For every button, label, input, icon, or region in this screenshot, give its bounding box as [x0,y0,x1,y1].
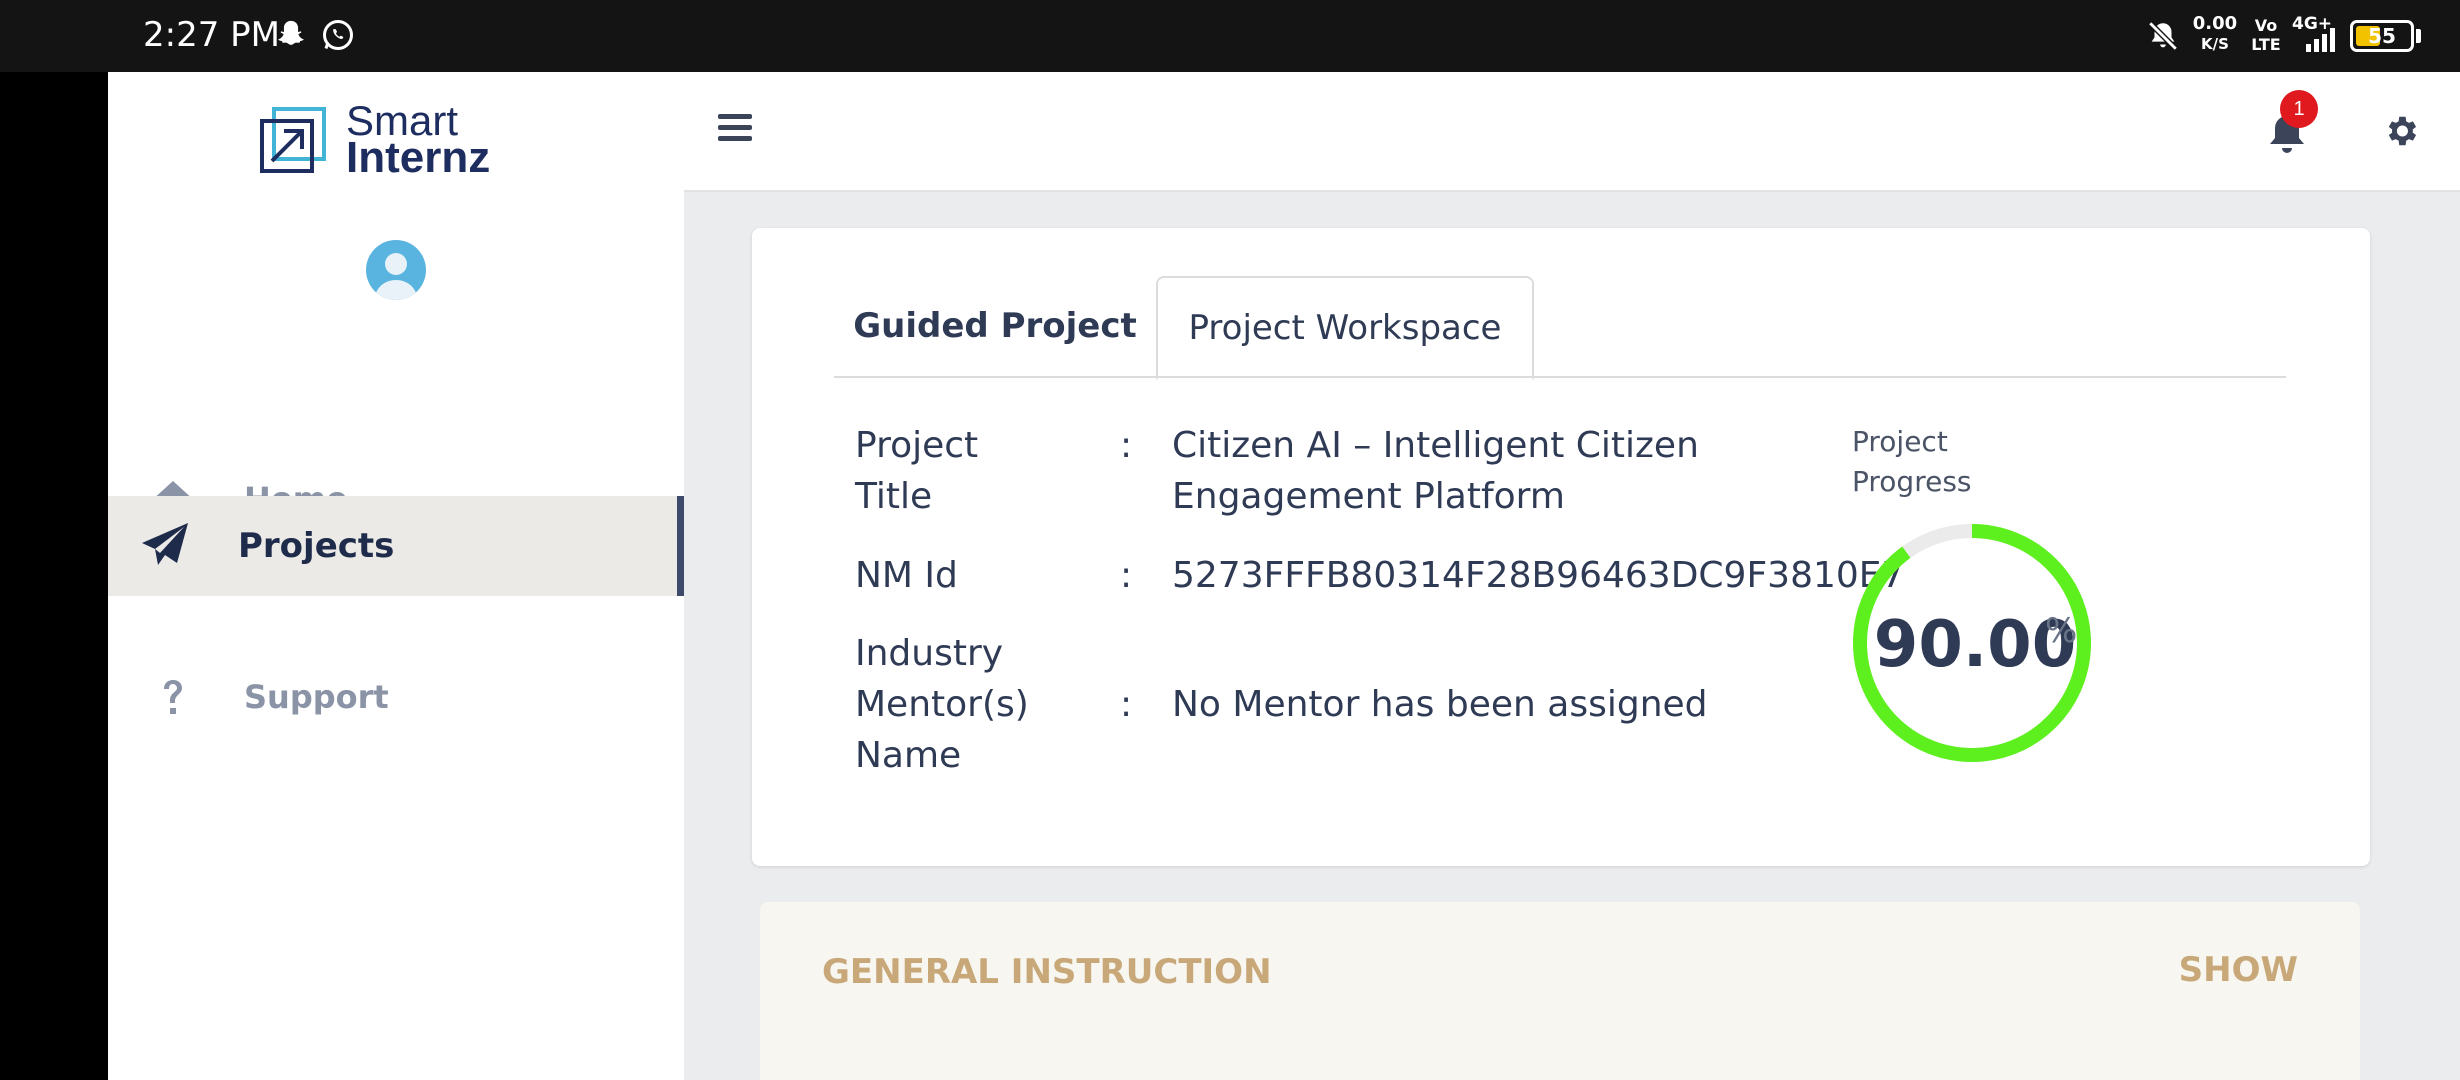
logo-mark-icon [260,107,326,173]
snapchat-icon [278,20,304,45]
volte-bottom: LTE [2251,35,2281,54]
progress-label: Project Progress [1852,425,1972,498]
gear-icon[interactable] [2382,112,2420,150]
separator: : [1120,555,1133,596]
battery-percent: 55 [2368,24,2396,48]
mentor-label: Industry Mentor(s) Name [855,633,1029,776]
avatar[interactable] [366,240,426,300]
show-button[interactable]: SHOW [2179,950,2298,990]
project-title-value: Citizen AI – Intelligent Citizen Engagem… [1172,425,1699,517]
volte-indicator: Vo LTE [2250,16,2282,54]
nm-id-label: NM Id [855,555,958,596]
whatsapp-icon [323,20,353,50]
left-edge [0,72,108,1080]
question-icon [164,680,182,714]
network-speed: 0.00 K/S [2192,14,2238,54]
bell-muted-icon [2148,21,2178,51]
sidebar-item-label: Support [244,678,389,716]
general-instruction-title: GENERAL INSTRUCTION [822,952,1272,992]
project-card: Guided Project Project Workspace Project… [752,228,2370,866]
progress-unit: % [2045,611,2078,651]
project-title-label: Project Title [855,425,979,517]
brand-logo[interactable]: Smart Internz [258,97,518,182]
tab-project-workspace[interactable]: Project Workspace [1156,276,1534,380]
battery-icon: 55 [2350,20,2414,52]
sidebar: Smart Internz Home Projects Support [108,72,684,1080]
separator: : [1120,684,1133,725]
user-icon [374,253,418,300]
sidebar-item-label: Projects [238,526,395,566]
general-instruction-panel: GENERAL INSTRUCTION SHOW [760,902,2360,1080]
status-bar: 2:27 PM 0.00 K/S Vo LTE 4G+ 55 [0,0,2460,72]
battery-cap [2416,29,2421,43]
tab-guided-project[interactable]: Guided Project [834,276,1156,378]
main-content: Guided Project Project Workspace Project… [684,192,2460,1080]
nm-id-value: 5273FFFB80314F28B96463DC9F3810E7 [1172,555,1905,596]
paper-plane-icon [142,523,188,565]
top-header: 1 [684,72,2460,192]
signal-icon [2306,28,2335,52]
separator: : [1120,425,1133,466]
status-time: 2:27 PM [143,15,280,55]
network-speed-unit: K/S [2201,35,2229,53]
menu-icon[interactable] [718,114,752,144]
brand-name-line2: Internz [346,133,491,182]
volte-top: Vo [2254,16,2278,35]
notification-badge: 1 [2280,90,2318,128]
sidebar-item-support[interactable]: Support [108,648,684,748]
sidebar-item-projects[interactable]: Projects [108,496,684,596]
tab-bar: Guided Project Project Workspace [834,276,2286,380]
network-speed-value: 0.00 [2192,13,2238,34]
mentor-value: No Mentor has been assigned [1172,684,1708,725]
